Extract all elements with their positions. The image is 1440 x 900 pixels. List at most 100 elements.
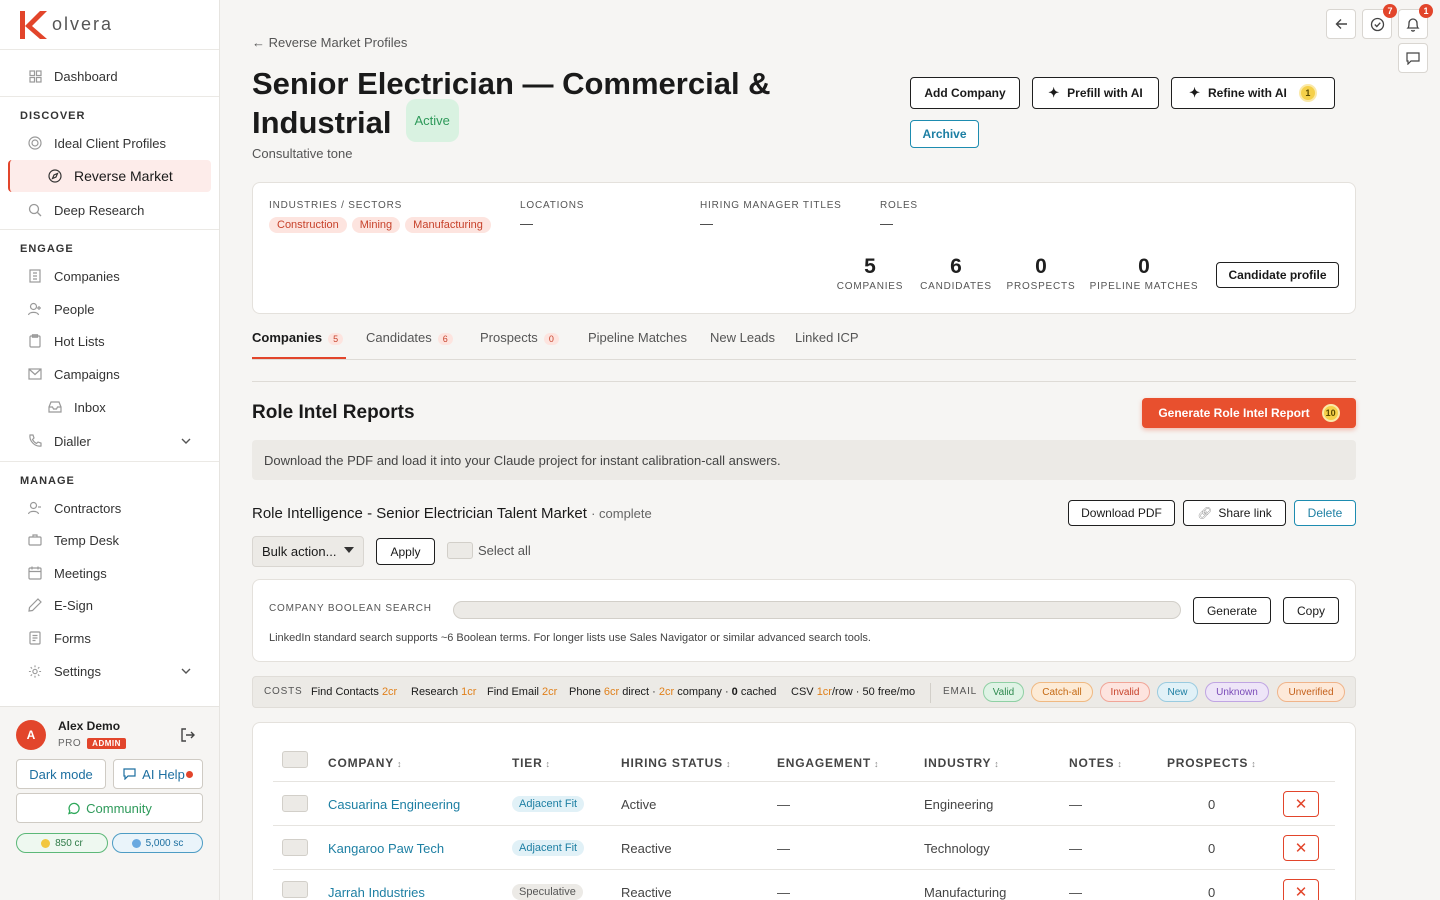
sidebar-item-reverse-market[interactable]: Reverse Market (8, 160, 211, 192)
sidebar-item-settings[interactable]: Settings (0, 655, 219, 687)
column-header-label: ENGAGEMENT (777, 756, 872, 770)
sidebar-item-temp-desk[interactable]: Temp Desk (0, 524, 219, 556)
sidebar-item-esign[interactable]: E-Sign (0, 589, 219, 621)
tasks-button[interactable]: 7 (1362, 4, 1397, 39)
candidate-profile-button[interactable]: Candidate profile (1216, 262, 1339, 288)
cost-name: direct · (622, 686, 656, 698)
sidebar-item-dialler[interactable]: Dialler (0, 425, 219, 457)
section-label-engage: ENGAGE (20, 243, 74, 255)
company-link[interactable]: Kangaroo Paw Tech (328, 841, 444, 856)
phone-icon (28, 434, 42, 448)
logout-icon[interactable] (180, 727, 196, 743)
delete-row-button[interactable]: ✕ (1283, 791, 1319, 817)
delete-row-button[interactable]: ✕ (1283, 879, 1319, 900)
notifications-button[interactable]: 1 (1398, 4, 1433, 39)
person-icon (28, 501, 42, 515)
sidebar-item-meetings[interactable]: Meetings (0, 557, 219, 589)
sidebar-item-label: Inbox (74, 399, 106, 415)
tab-linked-icp[interactable]: Linked ICP (795, 330, 859, 345)
tone-subtitle: Consultative tone (252, 146, 353, 161)
row-checkbox[interactable] (282, 881, 308, 898)
company-link[interactable]: Jarrah Industries (328, 885, 425, 900)
column-header-notes[interactable]: NOTES ↕ (1069, 756, 1123, 770)
sort-icon: ↕ (397, 759, 403, 769)
sidebar-item-label: Reverse Market (74, 168, 173, 184)
column-header-tier[interactable]: TIER ↕ (512, 756, 551, 770)
roles-value: — (880, 216, 893, 231)
avatar[interactable]: A (16, 720, 46, 750)
report-title[interactable]: Role Intelligence - Senior Electrician T… (252, 505, 587, 522)
dark-mode-button[interactable]: Dark mode (16, 759, 106, 789)
back-arrow-button[interactable] (1326, 9, 1356, 39)
archive-button[interactable]: Archive (910, 120, 979, 148)
column-header-label: TIER (512, 756, 543, 770)
tab-pipeline-matches[interactable]: Pipeline Matches (588, 330, 687, 345)
sidebar-item-forms[interactable]: Forms (0, 622, 219, 654)
delete-report-button[interactable]: Delete (1294, 500, 1356, 526)
select-all-rows-checkbox[interactable] (282, 751, 308, 768)
tab-prospects[interactable]: Prospects 0 (480, 330, 559, 345)
industries-label: INDUSTRIES / SECTORS (269, 200, 403, 211)
ai-help-button[interactable]: AI Help (113, 759, 203, 789)
industry: Manufacturing (924, 885, 1007, 900)
sidebar-item-dashboard[interactable]: Dashboard (0, 60, 219, 92)
sidebar-item-label: Contractors (54, 500, 122, 516)
column-header-company[interactable]: COMPANY ↕ (328, 756, 402, 770)
share-link-button[interactable]: 🔗︎ Share link (1183, 500, 1286, 526)
arrow-left-icon (1335, 18, 1348, 30)
divider (0, 229, 219, 230)
section-label-manage: MANAGE (20, 475, 75, 487)
tab-candidates[interactable]: Candidates 6 (366, 330, 453, 345)
stat-prospects-value: 0 (1035, 255, 1047, 278)
back-link[interactable]: ← Reverse Market Profiles (252, 35, 407, 50)
download-pdf-button[interactable]: Download PDF (1068, 500, 1175, 526)
sidebar-item-label: Campaigns (54, 366, 120, 382)
hiring-status: Active (621, 797, 657, 812)
copy-boolean-button[interactable]: Copy (1283, 597, 1339, 624)
sidebar-item-hot-lists[interactable]: Hot Lists (0, 325, 219, 357)
boolean-search-note: LinkedIn standard search supports ~6 Boo… (269, 632, 871, 644)
sidebar-item-inbox[interactable]: Inbox (0, 391, 219, 423)
bulk-action-select[interactable]: Bulk action... (252, 536, 364, 567)
community-button[interactable]: Community (16, 793, 203, 823)
sidebar-item-people[interactable]: People (0, 293, 219, 325)
cost-credits: 1cr (816, 686, 832, 698)
logo[interactable]: olvera (0, 0, 219, 50)
tab-label: Prospects (480, 330, 538, 345)
sc-credits-badge[interactable]: 5,000 sc (112, 833, 203, 853)
prefill-ai-button[interactable]: ✦ Prefill with AI (1032, 77, 1159, 109)
brand-name: olvera (52, 14, 114, 34)
generate-report-button[interactable]: Generate Role Intel Report 10 (1142, 398, 1356, 428)
sort-icon: ↕ (725, 759, 732, 769)
close-icon: ✕ (1294, 840, 1308, 857)
messages-button[interactable] (1398, 43, 1428, 73)
boolean-search-input[interactable] (453, 601, 1181, 619)
row-checkbox[interactable] (282, 839, 308, 856)
tab-new-leads[interactable]: New Leads (710, 330, 775, 345)
generate-boolean-button[interactable]: Generate (1193, 597, 1271, 624)
column-header-engagement[interactable]: ENGAGEMENT ↕ (777, 756, 879, 770)
sidebar-item-campaigns[interactable]: Campaigns (0, 358, 219, 390)
refine-ai-button[interactable]: ✦ Refine with AI 1 (1171, 77, 1335, 109)
page-title: Senior Electrician — Commercial & Indust… (252, 64, 812, 146)
company-link[interactable]: Casuarina Engineering (328, 797, 460, 812)
select-all-checkbox[interactable] (447, 542, 473, 559)
delete-row-button[interactable]: ✕ (1283, 835, 1319, 861)
info-banner: Download the PDF and load it into your C… (252, 440, 1356, 480)
bell-icon (1406, 17, 1420, 32)
sidebar-item-companies[interactable]: Companies (0, 260, 219, 292)
tab-companies[interactable]: Companies 5 (252, 330, 344, 345)
credits-badge[interactable]: 850 cr (16, 833, 108, 853)
column-header-hiring-status[interactable]: HIRING STATUS ↕ (621, 756, 731, 770)
row-checkbox[interactable] (282, 795, 308, 812)
sidebar-item-deep-research[interactable]: Deep Research (0, 194, 219, 226)
cost-csv: CSV 1cr/row · 50 free/mo (791, 686, 915, 698)
apply-button[interactable]: Apply (376, 538, 435, 565)
sparkle-icon: ✦ (1048, 85, 1060, 100)
sidebar-item-contractors[interactable]: Contractors (0, 492, 219, 524)
column-header-industry[interactable]: INDUSTRY ↕ (924, 756, 1000, 770)
engagement: — (777, 885, 790, 900)
sidebar-item-icp[interactable]: Ideal Client Profiles (0, 127, 219, 159)
column-header-prospects[interactable]: PROSPECTS ↕ (1167, 756, 1257, 770)
add-company-button[interactable]: Add Company (910, 77, 1020, 109)
